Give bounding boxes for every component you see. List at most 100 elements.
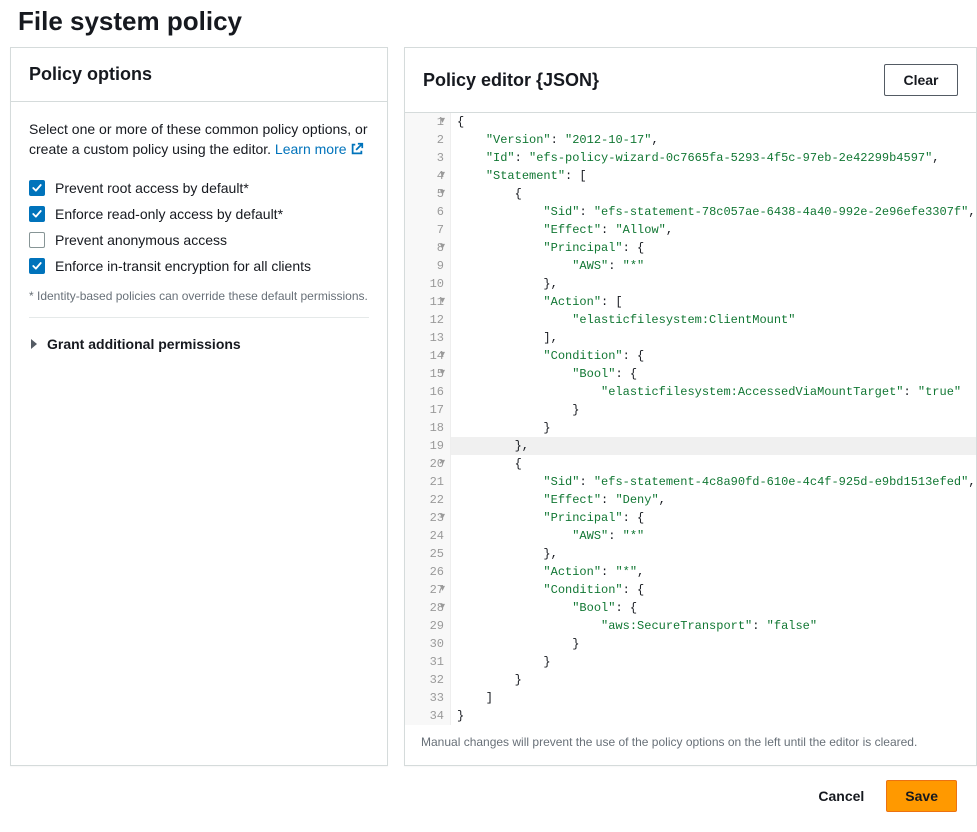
fold-caret-icon[interactable]: ▾ — [440, 293, 445, 311]
line-number: 16 — [411, 383, 444, 401]
line-number: 24 — [411, 527, 444, 545]
policy-option-0[interactable]: Prevent root access by default* — [29, 175, 369, 201]
code-line[interactable]: "Principal": { — [451, 239, 976, 257]
fold-caret-icon[interactable]: ▾ — [440, 581, 445, 599]
line-number: 32 — [411, 671, 444, 689]
code-line[interactable]: "AWS": "*" — [451, 527, 976, 545]
policy-option-1[interactable]: Enforce read-only access by default* — [29, 201, 369, 227]
policy-option-3[interactable]: Enforce in-transit encryption for all cl… — [29, 253, 369, 279]
line-number: 12 — [411, 311, 444, 329]
fold-caret-icon[interactable]: ▾ — [440, 167, 445, 185]
code-line[interactable]: "Version": "2012-10-17", — [451, 131, 976, 149]
code-line[interactable]: "Condition": { — [451, 347, 976, 365]
code-line[interactable]: "Effect": "Deny", — [451, 491, 976, 509]
code-line[interactable]: "Sid": "efs-statement-4c8a90fd-610e-4c4f… — [451, 473, 976, 491]
code-line[interactable]: { — [451, 455, 976, 473]
external-link-icon — [350, 142, 364, 162]
code-line[interactable]: "Id": "efs-policy-wizard-0c7665fa-5293-4… — [451, 149, 976, 167]
fold-caret-icon[interactable]: ▾ — [440, 509, 445, 527]
grant-additional-permissions-expander[interactable]: Grant additional permissions — [29, 332, 369, 362]
fold-caret-icon[interactable]: ▾ — [440, 185, 445, 203]
policy-options-panel: Policy options Select one or more of the… — [10, 47, 388, 766]
cancel-button[interactable]: Cancel — [804, 780, 878, 812]
code-line[interactable]: "Effect": "Allow", — [451, 221, 976, 239]
code-line[interactable]: }, — [451, 275, 976, 293]
code-editor[interactable]: 1▾234▾5▾678▾91011▾121314▾15▾1617181920▾2… — [405, 113, 976, 725]
fold-caret-icon[interactable]: ▾ — [440, 365, 445, 383]
caret-right-icon — [29, 339, 39, 349]
code-line[interactable]: "AWS": "*" — [451, 257, 976, 275]
page-title: File system policy — [0, 0, 977, 47]
policy-option-label: Enforce in-transit encryption for all cl… — [55, 258, 311, 274]
checkbox-icon — [29, 206, 45, 222]
code-line[interactable]: }, — [451, 545, 976, 563]
code-line[interactable]: }, — [451, 437, 976, 455]
line-number: 29 — [411, 617, 444, 635]
policy-editor-panel: Policy editor {JSON} Clear 1▾234▾5▾678▾9… — [404, 47, 977, 766]
policy-options-list: Prevent root access by default* Enforce r… — [29, 175, 369, 279]
policy-option-label: Prevent anonymous access — [55, 232, 227, 248]
line-number: 8▾ — [411, 239, 444, 257]
policy-option-label: Enforce read-only access by default* — [55, 206, 283, 222]
line-number: 31 — [411, 653, 444, 671]
code-line[interactable]: ] — [451, 689, 976, 707]
code-line[interactable]: "Action": "*", — [451, 563, 976, 581]
code-line[interactable]: "Condition": { — [451, 581, 976, 599]
code-line[interactable]: "Sid": "efs-statement-78c057ae-6438-4a40… — [451, 203, 976, 221]
policy-options-title: Policy options — [29, 64, 152, 85]
clear-button[interactable]: Clear — [884, 64, 957, 96]
line-number: 22 — [411, 491, 444, 509]
line-number: 19 — [411, 437, 444, 455]
code-line[interactable]: "Action": [ — [451, 293, 976, 311]
code-line[interactable]: "Bool": { — [451, 599, 976, 617]
code-line[interactable]: } — [451, 635, 976, 653]
line-number: 14▾ — [411, 347, 444, 365]
line-number: 11▾ — [411, 293, 444, 311]
divider — [29, 317, 369, 318]
policy-option-label: Prevent root access by default* — [55, 180, 249, 196]
line-number: 33 — [411, 689, 444, 707]
code-line[interactable]: { — [451, 185, 976, 203]
line-number: 27▾ — [411, 581, 444, 599]
code-line[interactable]: "Principal": { — [451, 509, 976, 527]
line-number: 28▾ — [411, 599, 444, 617]
code-line[interactable]: } — [451, 401, 976, 419]
code-line[interactable]: ], — [451, 329, 976, 347]
code-line[interactable]: "Bool": { — [451, 365, 976, 383]
fold-caret-icon[interactable]: ▾ — [440, 239, 445, 257]
line-number: 23▾ — [411, 509, 444, 527]
code-line[interactable]: } — [451, 653, 976, 671]
fold-caret-icon[interactable]: ▾ — [440, 347, 445, 365]
fold-caret-icon[interactable]: ▾ — [440, 455, 445, 473]
line-number: 1▾ — [411, 113, 444, 131]
fold-caret-icon[interactable]: ▾ — [440, 599, 445, 617]
line-number: 6 — [411, 203, 444, 221]
code-line[interactable]: "elasticfilesystem:ClientMount" — [451, 311, 976, 329]
line-number: 18 — [411, 419, 444, 437]
line-number: 5▾ — [411, 185, 444, 203]
line-number: 20▾ — [411, 455, 444, 473]
checkbox-icon — [29, 180, 45, 196]
policy-option-2[interactable]: Prevent anonymous access — [29, 227, 369, 253]
code-line[interactable]: } — [451, 419, 976, 437]
save-button[interactable]: Save — [886, 780, 957, 812]
line-number: 10 — [411, 275, 444, 293]
code-line[interactable]: } — [451, 707, 976, 725]
editor-note: Manual changes will prevent the use of t… — [405, 725, 976, 765]
policy-editor-title: Policy editor {JSON} — [423, 70, 599, 91]
code-line[interactable]: "aws:SecureTransport": "false" — [451, 617, 976, 635]
code-line[interactable]: } — [451, 671, 976, 689]
code-line[interactable]: { — [451, 113, 976, 131]
line-number: 26 — [411, 563, 444, 581]
learn-more-link[interactable]: Learn more — [275, 141, 364, 157]
line-number: 7 — [411, 221, 444, 239]
checkbox-icon — [29, 258, 45, 274]
line-number: 3 — [411, 149, 444, 167]
code-line[interactable]: "elasticfilesystem:AccessedViaMountTarge… — [451, 383, 976, 401]
line-number: 4▾ — [411, 167, 444, 185]
code-line[interactable]: "Statement": [ — [451, 167, 976, 185]
fold-caret-icon[interactable]: ▾ — [440, 113, 445, 131]
policy-options-footnote: * Identity-based policies can override t… — [29, 289, 369, 303]
line-number: 15▾ — [411, 365, 444, 383]
line-number: 9 — [411, 257, 444, 275]
